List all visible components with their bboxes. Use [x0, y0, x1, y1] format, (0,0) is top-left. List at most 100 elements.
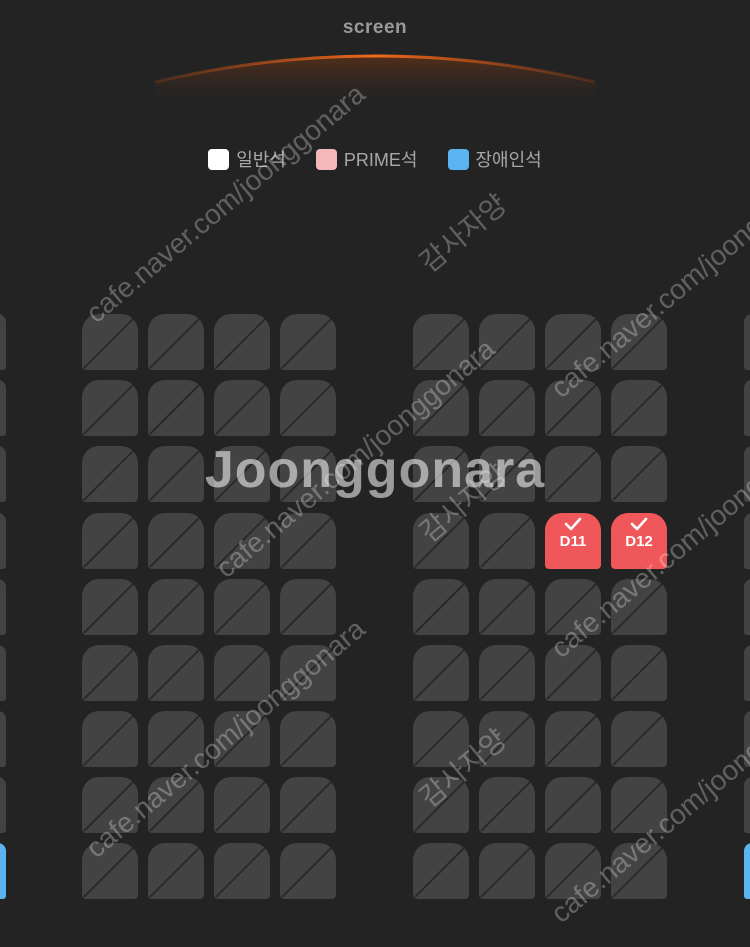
seat-unavailable[interactable]: [413, 579, 469, 635]
legend-prime: PRIME석: [315, 146, 418, 172]
seat-selected[interactable]: D11: [545, 513, 601, 569]
seat-edge[interactable]: [0, 711, 6, 767]
seat-unavailable[interactable]: [413, 777, 469, 833]
seat-unavailable[interactable]: [214, 711, 270, 767]
seat-edge[interactable]: [744, 314, 750, 370]
seat-unavailable[interactable]: [82, 513, 138, 569]
seat-unavailable[interactable]: [280, 579, 336, 635]
seat-unavailable[interactable]: [82, 579, 138, 635]
watermark-url: cafe.naver.com/joonggonara: [80, 77, 371, 329]
seat-unavailable[interactable]: [280, 314, 336, 370]
seat-unavailable[interactable]: [280, 380, 336, 436]
seat-unavailable[interactable]: [148, 579, 204, 635]
seat-legend: 일반석 PRIME석 장애인석: [0, 146, 750, 172]
seat-unavailable[interactable]: [479, 446, 535, 502]
seat-edge[interactable]: [0, 777, 6, 833]
seat-unavailable[interactable]: [413, 513, 469, 569]
seat-unavailable[interactable]: [545, 380, 601, 436]
seat-unavailable[interactable]: [82, 843, 138, 899]
seat-unavailable[interactable]: [611, 711, 667, 767]
seat-unavailable[interactable]: [545, 579, 601, 635]
seat-accessible-edge[interactable]: [744, 843, 750, 899]
seat-unavailable[interactable]: [545, 645, 601, 701]
seat-unavailable[interactable]: [280, 711, 336, 767]
seat-unavailable[interactable]: [479, 645, 535, 701]
seat-unavailable[interactable]: [82, 645, 138, 701]
seat-unavailable[interactable]: [611, 380, 667, 436]
seat-unavailable[interactable]: [545, 446, 601, 502]
seat-unavailable[interactable]: [214, 314, 270, 370]
seat-accessible-edge[interactable]: [0, 843, 6, 899]
seat-unavailable[interactable]: [82, 446, 138, 502]
seat-selected[interactable]: D12: [611, 513, 667, 569]
seat-unavailable[interactable]: [214, 446, 270, 502]
seat-unavailable[interactable]: [413, 843, 469, 899]
seat-unavailable[interactable]: [214, 645, 270, 701]
seat-edge[interactable]: [744, 513, 750, 569]
seat-unavailable[interactable]: [148, 380, 204, 436]
seat-unavailable[interactable]: [148, 513, 204, 569]
seat-unavailable[interactable]: [214, 843, 270, 899]
seat-unavailable[interactable]: [148, 711, 204, 767]
seat-unavailable[interactable]: [413, 314, 469, 370]
legend-accessible-swatch: [447, 148, 469, 170]
seat-unavailable[interactable]: [214, 380, 270, 436]
seat-edge[interactable]: [0, 446, 6, 502]
seat-unavailable[interactable]: [413, 711, 469, 767]
legend-general: 일반석: [208, 146, 286, 172]
seat-unavailable[interactable]: [611, 777, 667, 833]
seat-edge[interactable]: [0, 645, 6, 701]
seat-unavailable[interactable]: [545, 314, 601, 370]
seat-unavailable[interactable]: [611, 843, 667, 899]
seat-unavailable[interactable]: [82, 711, 138, 767]
seat-unavailable[interactable]: [479, 843, 535, 899]
seat-unavailable[interactable]: [479, 777, 535, 833]
seat-edge[interactable]: [0, 380, 6, 436]
seat-unavailable[interactable]: [479, 579, 535, 635]
seat-unavailable[interactable]: [413, 446, 469, 502]
seat-edge[interactable]: [744, 579, 750, 635]
seat-unavailable[interactable]: [214, 513, 270, 569]
seat-unavailable[interactable]: [545, 777, 601, 833]
legend-accessible-label: 장애인석: [475, 150, 542, 170]
legend-general-swatch: [208, 148, 230, 170]
seat-unavailable[interactable]: [611, 446, 667, 502]
seat-edge[interactable]: [744, 645, 750, 701]
seat-unavailable[interactable]: [479, 711, 535, 767]
legend-prime-label: PRIME석: [343, 150, 418, 170]
seat-unavailable[interactable]: [611, 645, 667, 701]
seat-unavailable[interactable]: [214, 777, 270, 833]
screen-label: screen: [342, 17, 408, 38]
seat-unavailable[interactable]: [82, 777, 138, 833]
seat-unavailable[interactable]: [479, 380, 535, 436]
seat-unavailable[interactable]: [148, 645, 204, 701]
seat-edge[interactable]: [744, 777, 750, 833]
seat-edge[interactable]: [744, 380, 750, 436]
seat-unavailable[interactable]: [611, 314, 667, 370]
seat-unavailable[interactable]: [148, 446, 204, 502]
seat-unavailable[interactable]: [148, 843, 204, 899]
seat-unavailable[interactable]: [479, 314, 535, 370]
seat-edge[interactable]: [0, 513, 6, 569]
seat-unavailable[interactable]: [280, 777, 336, 833]
seat-unavailable[interactable]: [148, 314, 204, 370]
seat-unavailable[interactable]: [545, 843, 601, 899]
seat-edge[interactable]: [744, 711, 750, 767]
seat-unavailable[interactable]: [82, 314, 138, 370]
seat-unavailable[interactable]: [148, 777, 204, 833]
seat-unavailable[interactable]: [611, 579, 667, 635]
seat-edge[interactable]: [744, 446, 750, 502]
seat-unavailable[interactable]: [280, 446, 336, 502]
seat-unavailable[interactable]: [413, 645, 469, 701]
seat-unavailable[interactable]: [280, 645, 336, 701]
seat-edge[interactable]: [0, 314, 6, 370]
seat-unavailable[interactable]: [280, 513, 336, 569]
seat-edge[interactable]: [0, 579, 6, 635]
seat-unavailable[interactable]: [214, 579, 270, 635]
seat-unavailable[interactable]: [479, 513, 535, 569]
seat-unavailable[interactable]: [280, 843, 336, 899]
legend-prime-swatch: [315, 148, 337, 170]
seat-unavailable[interactable]: [545, 711, 601, 767]
seat-unavailable[interactable]: [82, 380, 138, 436]
seat-unavailable[interactable]: [413, 380, 469, 436]
